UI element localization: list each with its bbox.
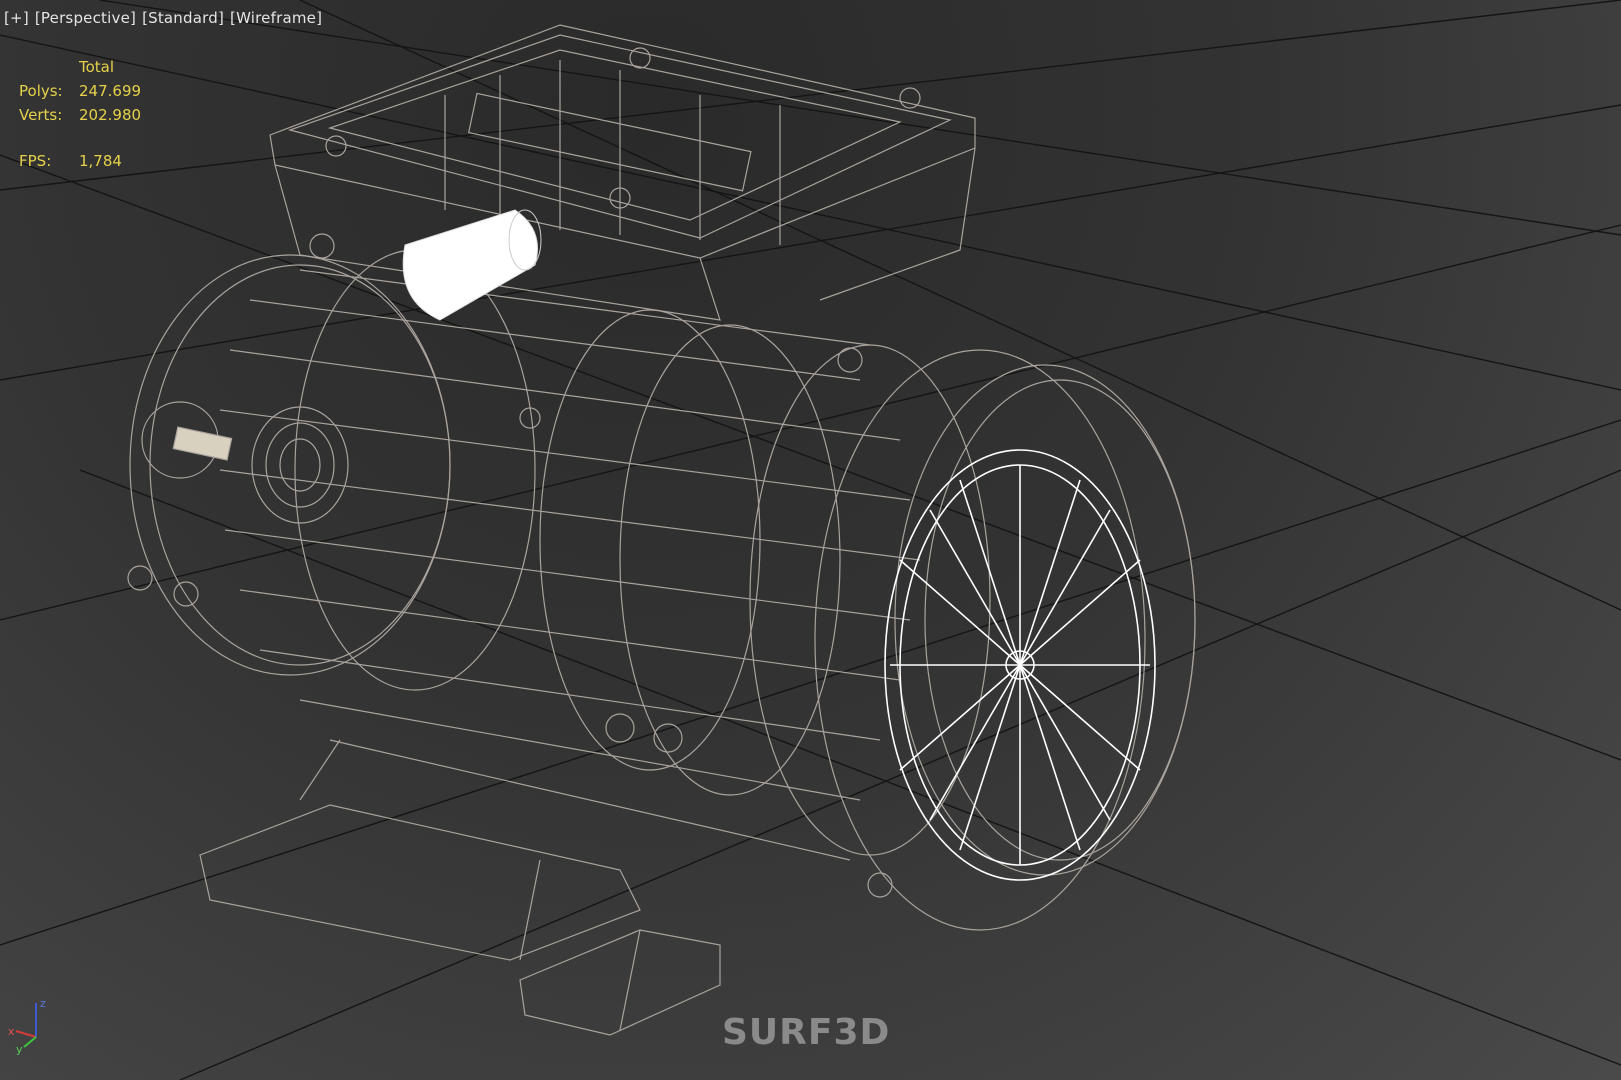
- stats-polys: Polys: 247.699: [19, 79, 141, 103]
- verts-label: Verts:: [19, 106, 63, 124]
- axis-z-label: z: [40, 997, 46, 1010]
- viewport-label-menu[interactable]: [+] [Perspective] [Standard] [Wireframe]: [4, 9, 322, 27]
- fan-grille[interactable]: [884, 449, 1156, 881]
- stats-verts: Verts: 202.980: [19, 103, 141, 127]
- fps-label: FPS:: [19, 152, 52, 170]
- polys-value: 247.699: [79, 82, 142, 100]
- perspective-viewport[interactable]: [+] [Perspective] [Standard] [Wireframe]…: [0, 0, 1621, 1080]
- viewport-shading-standard[interactable]: [Standard]: [142, 9, 224, 27]
- verts-value: 202.980: [79, 106, 142, 124]
- viewport-view-menu[interactable]: [Perspective]: [35, 9, 136, 27]
- capacitor[interactable]: [402, 209, 542, 321]
- polys-label: Polys:: [19, 82, 63, 100]
- statistics-overlay: Total Polys: 247.699 Verts: 202.980 FPS:…: [19, 55, 141, 173]
- fps-value: 1,784: [79, 152, 122, 170]
- axis-y-label: y: [16, 1043, 23, 1055]
- watermark-logo: SURF3D: [722, 1012, 891, 1053]
- stats-header: Total: [79, 58, 115, 76]
- viewport-grid: [0, 0, 1621, 1080]
- viewport-plus-menu[interactable]: [+]: [4, 9, 29, 27]
- stats-fps: FPS: 1,784: [19, 149, 141, 173]
- viewport-shading-wireframe[interactable]: [Wireframe]: [230, 9, 322, 27]
- motor-wireframe[interactable]: [127, 24, 1196, 1036]
- axis-x-label: x: [8, 1025, 15, 1038]
- wireframe-scene[interactable]: [0, 0, 1621, 1080]
- axis-gizmo-icon: z x y: [8, 997, 46, 1055]
